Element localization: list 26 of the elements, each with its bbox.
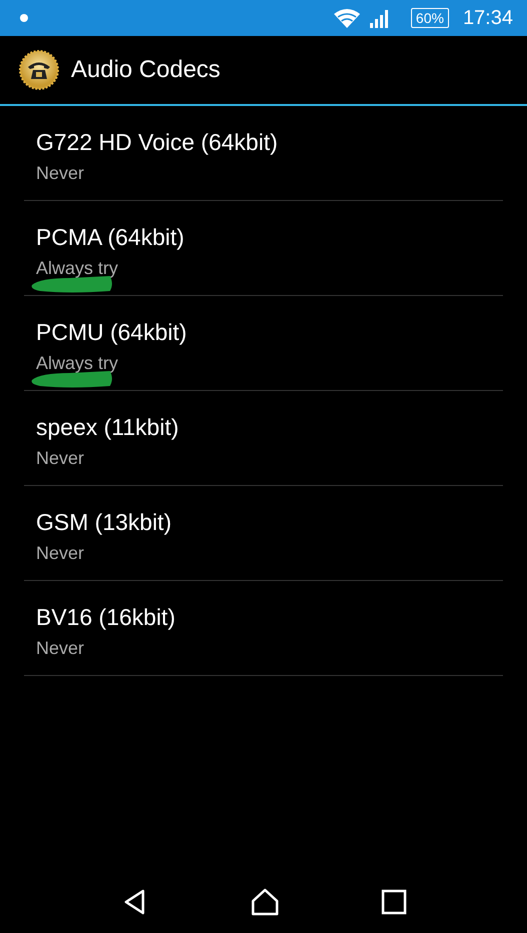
codec-list-item[interactable]: GSM (13kbit) Never (24, 486, 503, 581)
codec-list-item[interactable]: PCMU (64kbit) Always try (24, 296, 503, 391)
battery-indicator: 60% (410, 8, 449, 28)
codec-mode: Never (36, 637, 84, 659)
home-icon[interactable] (250, 888, 280, 916)
recent-apps-icon[interactable] (380, 888, 406, 914)
signal-icon (368, 7, 391, 29)
codec-name: speex (11kbit) (36, 413, 179, 441)
codec-mode: Always try (36, 257, 118, 279)
codec-name: GSM (13kbit) (36, 508, 172, 536)
codec-name: G722 HD Voice (64kbit) (36, 128, 278, 156)
codec-mode: Never (36, 542, 84, 564)
codec-list-item[interactable]: speex (11kbit) Never (24, 391, 503, 486)
codec-name: PCMU (64kbit) (36, 318, 187, 346)
screen-title: Audio Codecs (71, 56, 220, 84)
codec-mode: Never (36, 447, 84, 469)
codec-name: PCMA (64kbit) (36, 223, 184, 251)
codec-list-item[interactable]: BV16 (16kbit) Never (24, 581, 503, 676)
codec-name: BV16 (16kbit) (36, 603, 176, 631)
wifi-icon (332, 7, 361, 29)
clock: 17:34 (462, 6, 513, 30)
codec-list-item[interactable]: PCMA (64kbit) Always try (24, 201, 503, 296)
codec-mode: Always try (36, 352, 118, 374)
phone-badge-icon (19, 50, 59, 90)
codec-mode: Never (36, 162, 84, 184)
codec-list-item[interactable]: G722 HD Voice (64kbit) Never (24, 106, 503, 201)
